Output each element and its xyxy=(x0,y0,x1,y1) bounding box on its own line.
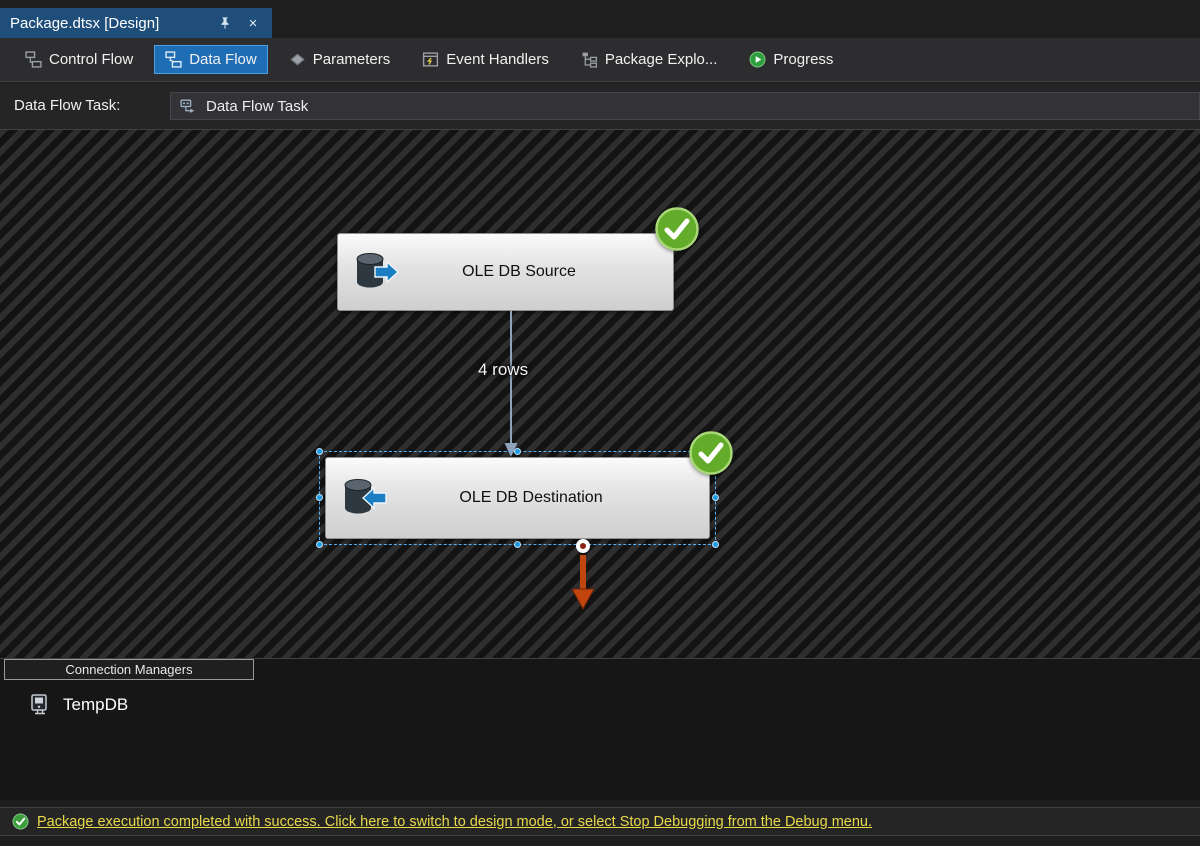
tab-data-flow[interactable]: Data Flow xyxy=(154,45,268,74)
task-selector-label: Data Flow Task: xyxy=(14,97,120,114)
switch-to-design-mode-link[interactable]: Package execution completed with success… xyxy=(37,814,872,830)
tab-progress[interactable]: Progress xyxy=(738,45,844,74)
status-area: Package execution completed with success… xyxy=(0,800,1200,846)
selection-handle[interactable] xyxy=(316,494,323,501)
tab-label: Package Explo... xyxy=(605,51,718,68)
selection-handle[interactable] xyxy=(712,541,719,548)
success-check-icon-destination xyxy=(688,430,734,476)
data-flow-task-icon xyxy=(179,97,198,116)
document-tab-bar: Package.dtsx [Design] × xyxy=(0,0,1200,38)
document-tab-title: Package.dtsx [Design] xyxy=(10,15,206,32)
data-flow-task-dropdown[interactable]: Data Flow Task xyxy=(170,92,1200,120)
tab-label: Control Flow xyxy=(49,51,133,68)
row-count-label: 4 rows xyxy=(478,360,528,380)
success-check-icon-source xyxy=(654,206,700,252)
tab-package-explorer[interactable]: Package Explo... xyxy=(570,45,729,74)
task-selector-row: Data Flow Task: Data Flow Task xyxy=(0,83,1200,130)
ole-db-source-icon xyxy=(351,251,399,293)
data-flow-icon xyxy=(165,51,182,68)
data-flow-task-value: Data Flow Task xyxy=(206,98,308,115)
tab-event-handlers[interactable]: Event Handlers xyxy=(411,45,560,74)
data-path-connector[interactable] xyxy=(501,311,521,459)
selection-handle[interactable] xyxy=(514,448,521,455)
tab-label: Progress xyxy=(773,51,833,68)
progress-icon xyxy=(749,51,766,68)
connection-manager-name: TempDB xyxy=(63,695,128,715)
connection-manager-tempdb[interactable]: TempDB xyxy=(28,693,128,717)
selection-handle[interactable] xyxy=(316,448,323,455)
view-tab-strip: Control Flow Data Flow Parameters Event … xyxy=(0,38,1200,82)
pin-icon[interactable] xyxy=(216,14,234,32)
parameters-icon xyxy=(289,51,306,68)
selection-handle[interactable] xyxy=(712,494,719,501)
error-output-origin[interactable] xyxy=(576,539,590,553)
selection-handle[interactable] xyxy=(316,541,323,548)
debug-status-bar: Package execution completed with success… xyxy=(0,807,1200,836)
ssis-designer-window: Package.dtsx [Design] × Control Flow Dat… xyxy=(0,0,1200,846)
error-output-dot xyxy=(580,543,586,549)
ole-db-destination-node[interactable]: OLE DB Destination xyxy=(325,457,710,539)
error-output-arrow[interactable] xyxy=(571,555,595,611)
connection-managers-panel: Connection Managers TempDB xyxy=(0,658,1200,800)
node-label: OLE DB Source xyxy=(399,263,673,281)
ole-db-source-node[interactable]: OLE DB Source xyxy=(337,233,674,311)
tab-control-flow[interactable]: Control Flow xyxy=(14,45,144,74)
success-check-icon-status xyxy=(12,813,29,830)
connection-managers-header[interactable]: Connection Managers xyxy=(4,659,254,680)
tab-label: Event Handlers xyxy=(446,51,549,68)
tab-label: Parameters xyxy=(313,51,391,68)
close-icon[interactable]: × xyxy=(244,14,262,32)
package-explorer-icon xyxy=(581,51,598,68)
document-tab-package-dtsx[interactable]: Package.dtsx [Design] × xyxy=(0,8,272,38)
control-flow-icon xyxy=(25,51,42,68)
node-label: OLE DB Destination xyxy=(387,489,709,507)
connection-manager-icon xyxy=(28,693,52,717)
event-handlers-icon xyxy=(422,51,439,68)
tab-parameters[interactable]: Parameters xyxy=(278,45,402,74)
data-flow-design-surface[interactable]: 4 rows OLE DB Source xyxy=(0,130,1200,658)
ole-db-destination-icon xyxy=(339,477,387,519)
tab-label: Data Flow xyxy=(189,51,257,68)
selection-handle[interactable] xyxy=(514,541,521,548)
